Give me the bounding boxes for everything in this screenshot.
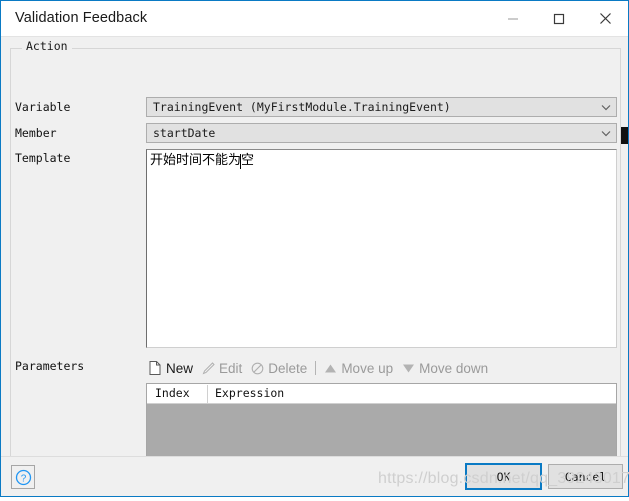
svg-text:?: ? xyxy=(20,473,26,484)
move-down-button-label: Move down xyxy=(419,360,489,376)
no-entry-icon xyxy=(250,361,264,376)
pencil-icon xyxy=(201,361,215,376)
parameters-table-header: Index Expression xyxy=(147,384,616,404)
delete-button[interactable]: Delete xyxy=(248,360,313,377)
template-text-value: 开始时间不能为空 xyxy=(150,153,255,168)
new-button-label: New xyxy=(166,360,194,376)
variable-dropdown[interactable]: TrainingEvent (MyFirstModule.TrainingEve… xyxy=(146,97,617,117)
toolbar-divider xyxy=(315,361,317,375)
move-up-button[interactable]: Move up xyxy=(321,360,399,377)
dialog-body: Action Variable TrainingEvent (MyFirstMo… xyxy=(1,37,628,493)
member-value: startDate xyxy=(153,126,216,140)
chevron-down-icon xyxy=(596,124,616,142)
triangle-down-icon xyxy=(401,361,415,376)
template-textarea[interactable]: 开始时间不能为空 xyxy=(146,149,617,348)
close-button[interactable] xyxy=(582,1,628,36)
column-header-index[interactable]: Index xyxy=(155,386,190,400)
parameters-label: Parameters xyxy=(15,359,85,373)
text-caret xyxy=(240,154,241,169)
window-title: Validation Feedback xyxy=(15,10,148,26)
triangle-up-icon xyxy=(323,361,337,376)
move-up-button-label: Move up xyxy=(341,360,394,376)
column-divider[interactable] xyxy=(207,385,208,403)
template-label: Template xyxy=(15,151,71,165)
ok-button[interactable]: OK xyxy=(465,463,542,490)
minimize-button[interactable] xyxy=(490,1,536,36)
question-mark-icon: ? xyxy=(15,469,31,485)
cancel-button[interactable]: Cancel xyxy=(548,464,623,489)
delete-button-label: Delete xyxy=(268,360,308,376)
maximize-button[interactable] xyxy=(536,1,582,36)
edit-button[interactable]: Edit xyxy=(199,360,248,377)
member-label: Member xyxy=(15,126,57,140)
dialog-footer: ? OK Cancel xyxy=(1,456,628,496)
variable-label: Variable xyxy=(15,100,71,114)
scroll-artifact xyxy=(621,127,628,144)
variable-value: TrainingEvent (MyFirstModule.TrainingEve… xyxy=(153,100,451,114)
help-button[interactable]: ? xyxy=(11,465,35,489)
column-header-expression[interactable]: Expression xyxy=(215,386,284,400)
parameters-toolbar: New Edit Delete Move up Move down xyxy=(146,357,494,379)
close-icon xyxy=(599,13,611,24)
bottom-strip xyxy=(0,497,629,501)
titlebar: Validation Feedback xyxy=(1,1,628,37)
member-dropdown[interactable]: startDate xyxy=(146,123,617,143)
minimize-icon xyxy=(508,18,518,19)
maximize-icon xyxy=(553,13,565,24)
cancel-button-label: Cancel xyxy=(564,469,607,484)
edit-button-label: Edit xyxy=(219,360,243,376)
new-document-icon xyxy=(148,361,162,376)
chevron-down-icon xyxy=(596,98,616,116)
ok-button-label: OK xyxy=(496,469,511,484)
move-down-button[interactable]: Move down xyxy=(399,360,494,377)
new-button[interactable]: New xyxy=(146,360,199,377)
validation-feedback-dialog: Validation Feedback Action Variable Trai… xyxy=(0,0,629,497)
action-group-label: Action xyxy=(22,40,72,52)
